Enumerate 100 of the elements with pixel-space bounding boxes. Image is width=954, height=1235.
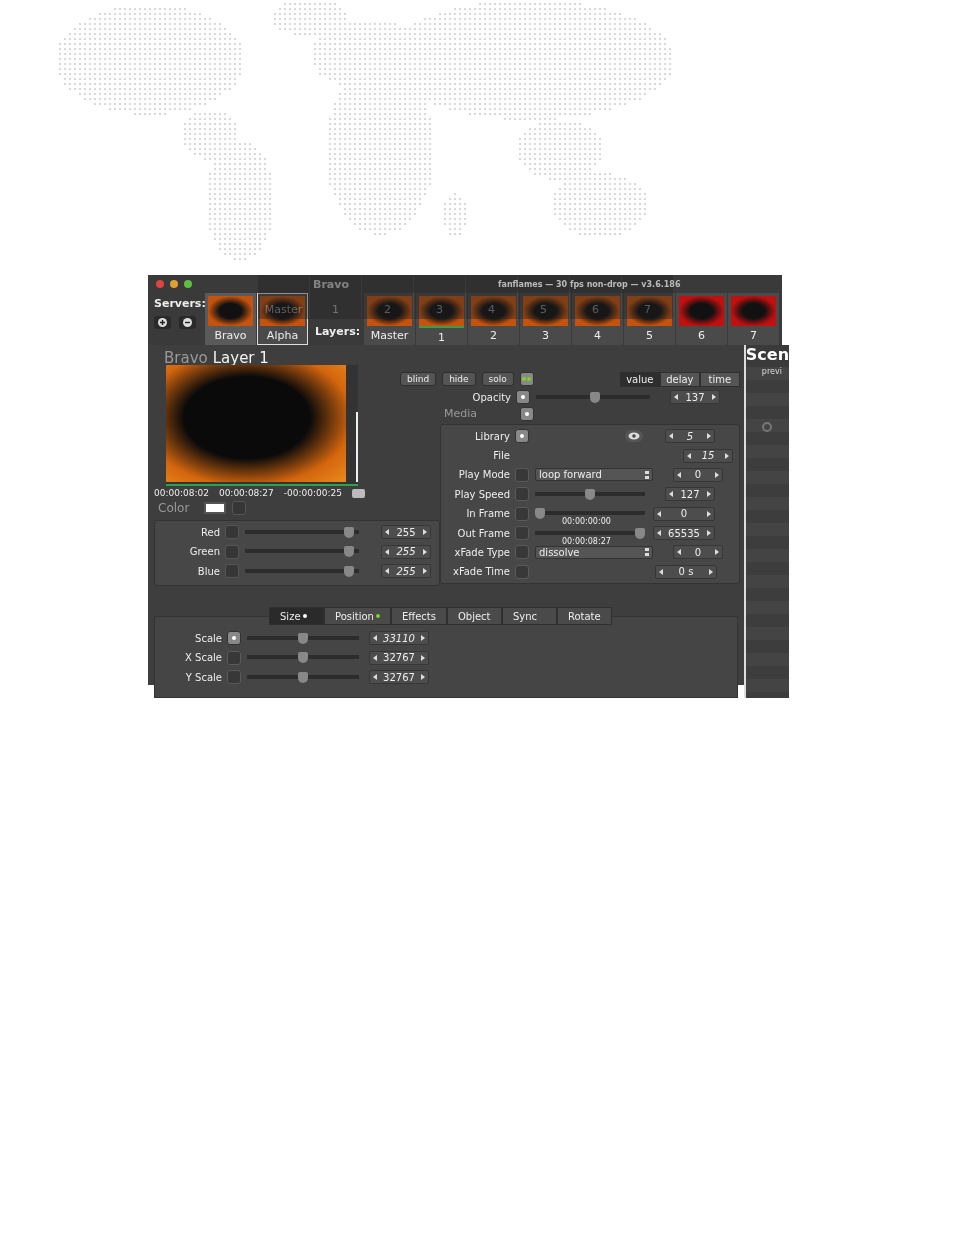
toolbar-button[interactable]: blind: [400, 372, 437, 386]
dropdown[interactable]: loop forward: [535, 468, 653, 482]
left-arrow-icon[interactable]: [373, 635, 377, 642]
zoom-icon[interactable]: [184, 280, 192, 288]
toggle-button[interactable]: [515, 564, 529, 579]
number-stepper[interactable]: 127: [665, 487, 715, 502]
slider-thumb[interactable]: [343, 565, 354, 577]
number-stepper[interactable]: 0: [673, 467, 723, 482]
slider-thumb[interactable]: [343, 546, 354, 558]
left-arrow-icon[interactable]: [659, 568, 663, 575]
left-arrow-icon[interactable]: [657, 530, 661, 537]
toolbar-button[interactable]: hide: [442, 372, 476, 386]
indicator-button[interactable]: [519, 372, 534, 386]
toggle-button[interactable]: [225, 564, 239, 579]
options-button[interactable]: [351, 488, 365, 498]
toggle-button[interactable]: [516, 390, 530, 405]
right-arrow-icon[interactable]: [421, 674, 425, 681]
number-stepper[interactable]: 32767: [369, 650, 429, 665]
add-button[interactable]: [154, 316, 171, 329]
stepper-value: 65535: [668, 527, 700, 539]
number-stepper[interactable]: 33110: [369, 631, 429, 646]
toggle-button[interactable]: [520, 406, 534, 421]
close-icon[interactable]: [156, 280, 164, 288]
tab[interactable]: Sync: [501, 607, 557, 625]
layer-tile[interactable]: 7: [728, 293, 779, 345]
left-arrow-icon[interactable]: [385, 548, 389, 555]
left-arrow-icon[interactable]: [385, 568, 389, 575]
right-arrow-icon[interactable]: [715, 471, 719, 478]
left-arrow-icon[interactable]: [669, 491, 673, 498]
tab[interactable]: Effects: [390, 607, 447, 625]
left-arrow-icon[interactable]: [657, 510, 661, 517]
tab[interactable]: Object: [446, 607, 502, 625]
right-arrow-icon[interactable]: [423, 548, 427, 555]
tab[interactable]: Position: [324, 607, 391, 625]
server-tile[interactable]: Bravo: [205, 293, 256, 345]
left-arrow-icon[interactable]: [674, 394, 678, 401]
toggle-button[interactable]: [515, 545, 529, 560]
left-arrow-icon[interactable]: [385, 529, 389, 536]
slider-thumb[interactable]: [298, 671, 308, 683]
toggle-button[interactable]: [515, 506, 529, 521]
toolbar-button[interactable]: solo: [481, 372, 514, 386]
slider-thumb[interactable]: [298, 632, 308, 644]
tab[interactable]: Size: [269, 607, 324, 625]
mode-tab[interactable]: time: [699, 371, 740, 387]
left-arrow-icon[interactable]: [687, 452, 691, 459]
right-arrow-icon[interactable]: [709, 568, 713, 575]
left-arrow-icon[interactable]: [669, 433, 673, 440]
toggle-button[interactable]: [515, 429, 529, 444]
number-stepper[interactable]: 0: [673, 545, 723, 560]
preview-toggle-button[interactable]: [625, 430, 643, 443]
slider-thumb[interactable]: [343, 526, 354, 538]
toggle-button[interactable]: [232, 501, 246, 515]
number-stepper[interactable]: 15: [683, 448, 733, 463]
plus-icon: [158, 318, 167, 327]
left-arrow-icon[interactable]: [373, 674, 377, 681]
number-stepper[interactable]: 255: [381, 564, 431, 579]
toggle-button[interactable]: [227, 650, 241, 665]
number-stepper[interactable]: 0 s: [655, 564, 717, 579]
toggle-button[interactable]: [225, 525, 239, 540]
right-arrow-icon[interactable]: [715, 549, 719, 556]
minimize-icon[interactable]: [170, 280, 178, 288]
number-stepper[interactable]: 255: [381, 525, 431, 540]
right-arrow-icon[interactable]: [707, 510, 711, 517]
number-stepper[interactable]: 137: [670, 390, 720, 405]
slider-thumb[interactable]: [298, 652, 308, 664]
tab[interactable]: Rotate: [556, 607, 612, 625]
toggle-button[interactable]: [515, 467, 529, 482]
right-arrow-icon[interactable]: [707, 530, 711, 537]
right-arrow-icon[interactable]: [712, 394, 716, 401]
mode-tab[interactable]: delay: [659, 371, 700, 387]
color-swatch[interactable]: [204, 502, 226, 514]
number-stepper[interactable]: 0: [653, 506, 715, 521]
left-arrow-icon[interactable]: [677, 471, 681, 478]
right-arrow-icon[interactable]: [421, 635, 425, 642]
right-arrow-icon[interactable]: [421, 654, 425, 661]
slider-thumb[interactable]: [535, 508, 545, 520]
toggle-button[interactable]: [515, 526, 529, 541]
toggle-button[interactable]: [515, 487, 529, 502]
remove-button[interactable]: [179, 316, 196, 329]
right-arrow-icon[interactable]: [707, 491, 711, 498]
toggle-button[interactable]: [227, 670, 241, 685]
right-arrow-icon[interactable]: [707, 433, 711, 440]
right-arrow-icon[interactable]: [725, 452, 729, 459]
mode-tab[interactable]: value: [619, 371, 660, 387]
left-arrow-icon[interactable]: [373, 654, 377, 661]
toggle-button[interactable]: [225, 544, 239, 559]
number-stepper[interactable]: 65535: [653, 526, 715, 541]
number-stepper[interactable]: 32767: [369, 670, 429, 685]
slider-thumb[interactable]: [635, 527, 645, 539]
layer-tile[interactable]: 6: [676, 293, 727, 345]
number-stepper[interactable]: 5: [665, 429, 715, 444]
left-arrow-icon[interactable]: [677, 549, 681, 556]
number-stepper[interactable]: 255: [381, 544, 431, 559]
right-arrow-icon[interactable]: [423, 529, 427, 536]
stepper-value: 0: [694, 546, 702, 558]
toggle-button[interactable]: [227, 631, 241, 646]
slider-thumb[interactable]: [585, 488, 595, 500]
right-arrow-icon[interactable]: [423, 568, 427, 575]
dropdown[interactable]: dissolve: [535, 545, 653, 559]
slider-thumb[interactable]: [590, 391, 601, 403]
